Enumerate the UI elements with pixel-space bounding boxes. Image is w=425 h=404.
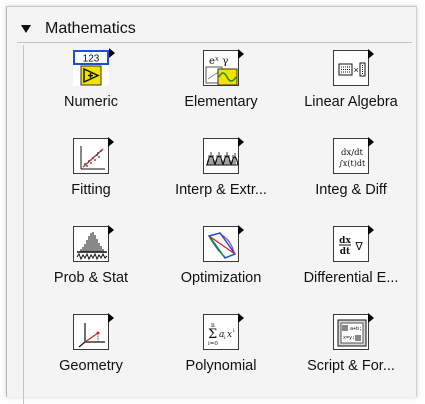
palette-item-numeric[interactable]: 123 Numeric xyxy=(26,40,156,128)
palette-item-geometry[interactable]: Geometry xyxy=(26,304,156,392)
palette-item-label: Geometry xyxy=(59,358,123,374)
geometry-icon[interactable] xyxy=(73,313,114,350)
svg-text:i=0: i=0 xyxy=(208,341,218,347)
svg-text:dt: dt xyxy=(340,247,351,257)
submenu-arrow-icon xyxy=(238,225,244,235)
palette-item-optimization[interactable]: Optimization xyxy=(156,216,286,304)
svg-text:i: i xyxy=(224,335,226,341)
differential-eq-icon[interactable]: dx dt ∇ xyxy=(333,225,374,262)
svg-text:x: x xyxy=(227,330,232,340)
svg-text:i: i xyxy=(233,328,235,334)
prob-stat-icon[interactable] xyxy=(73,225,114,262)
palette-item-label: Elementary xyxy=(184,94,258,110)
palette-item-label: Interp & Extr... xyxy=(175,182,267,198)
submenu-arrow-icon xyxy=(238,313,244,323)
svg-text:∇: ∇ xyxy=(354,240,363,253)
svg-text:Σ: Σ xyxy=(208,327,217,342)
numeric-badge-text: 123 xyxy=(83,54,100,65)
fitting-icon[interactable] xyxy=(73,137,114,174)
interp-extr-icon[interactable] xyxy=(203,137,244,174)
palette-item-label: Script & For... xyxy=(307,358,395,374)
palette-item-label: Differential E... xyxy=(303,270,399,286)
integ-diff-formula-top: dx/dt xyxy=(341,148,364,158)
palette-item-script-formula[interactable]: a+b; x=y; Script & For... xyxy=(286,304,416,392)
submenu-arrow-icon xyxy=(109,48,115,58)
palette-item-fitting[interactable]: Fitting xyxy=(26,128,156,216)
submenu-arrow-icon xyxy=(368,225,374,235)
palette-item-polynomial[interactable]: n Σ i=0 a i x i Polynomial xyxy=(156,304,286,392)
palette-item-integ-diff[interactable]: dx/dt ∫x(t)dt Integ & Diff xyxy=(286,128,416,216)
submenu-arrow-icon xyxy=(108,313,114,323)
linear-algebra-icon[interactable]: × xyxy=(333,49,374,86)
palette-left-divider xyxy=(23,45,24,404)
submenu-arrow-icon xyxy=(108,137,114,147)
palette-item-prob-stat[interactable]: Prob & Stat xyxy=(26,216,156,304)
svg-text:a+b;: a+b; xyxy=(350,326,362,332)
polynomial-icon[interactable]: n Σ i=0 a i x i xyxy=(203,313,244,350)
palette-item-label: Optimization xyxy=(180,270,262,286)
palette-item-label: Integ & Diff xyxy=(315,182,387,198)
palette-item-label: Prob & Stat xyxy=(53,270,129,286)
palette-item-interp-extr[interactable]: Interp & Extr... xyxy=(156,128,286,216)
submenu-arrow-icon xyxy=(108,225,114,235)
svg-text:x=y;: x=y; xyxy=(343,335,355,341)
elementary-formula: eˣ γ xyxy=(209,56,228,67)
submenu-arrow-icon xyxy=(238,137,244,147)
palette-item-linear-algebra[interactable]: × Linear Algebra xyxy=(286,40,416,128)
elementary-icon[interactable]: eˣ γ xyxy=(203,49,244,86)
palette-item-differential-eq[interactable]: dx dt ∇ Differential E... xyxy=(286,216,416,304)
palette-item-elementary[interactable]: eˣ γ Elementary xyxy=(156,40,286,128)
palette-item-label: Numeric xyxy=(64,94,118,110)
integ-diff-formula-bottom: ∫x(t)dt xyxy=(339,159,366,168)
submenu-arrow-icon xyxy=(368,313,374,323)
svg-text:×: × xyxy=(354,65,359,75)
submenu-arrow-icon xyxy=(238,49,244,59)
optimization-icon[interactable] xyxy=(203,225,244,262)
submenu-arrow-icon xyxy=(368,49,374,59)
numeric-icon[interactable]: 123 xyxy=(73,48,115,86)
script-formula-icon[interactable]: a+b; x=y; xyxy=(333,313,374,350)
integ-diff-icon[interactable]: dx/dt ∫x(t)dt xyxy=(333,137,374,174)
palette-item-label: Fitting xyxy=(71,182,111,198)
submenu-arrow-icon xyxy=(368,137,374,147)
palette-title: Mathematics xyxy=(45,19,136,37)
palette-item-label: Linear Algebra xyxy=(304,94,398,110)
collapse-triangle-icon[interactable] xyxy=(21,24,31,33)
palette-item-label: Polynomial xyxy=(185,358,257,374)
